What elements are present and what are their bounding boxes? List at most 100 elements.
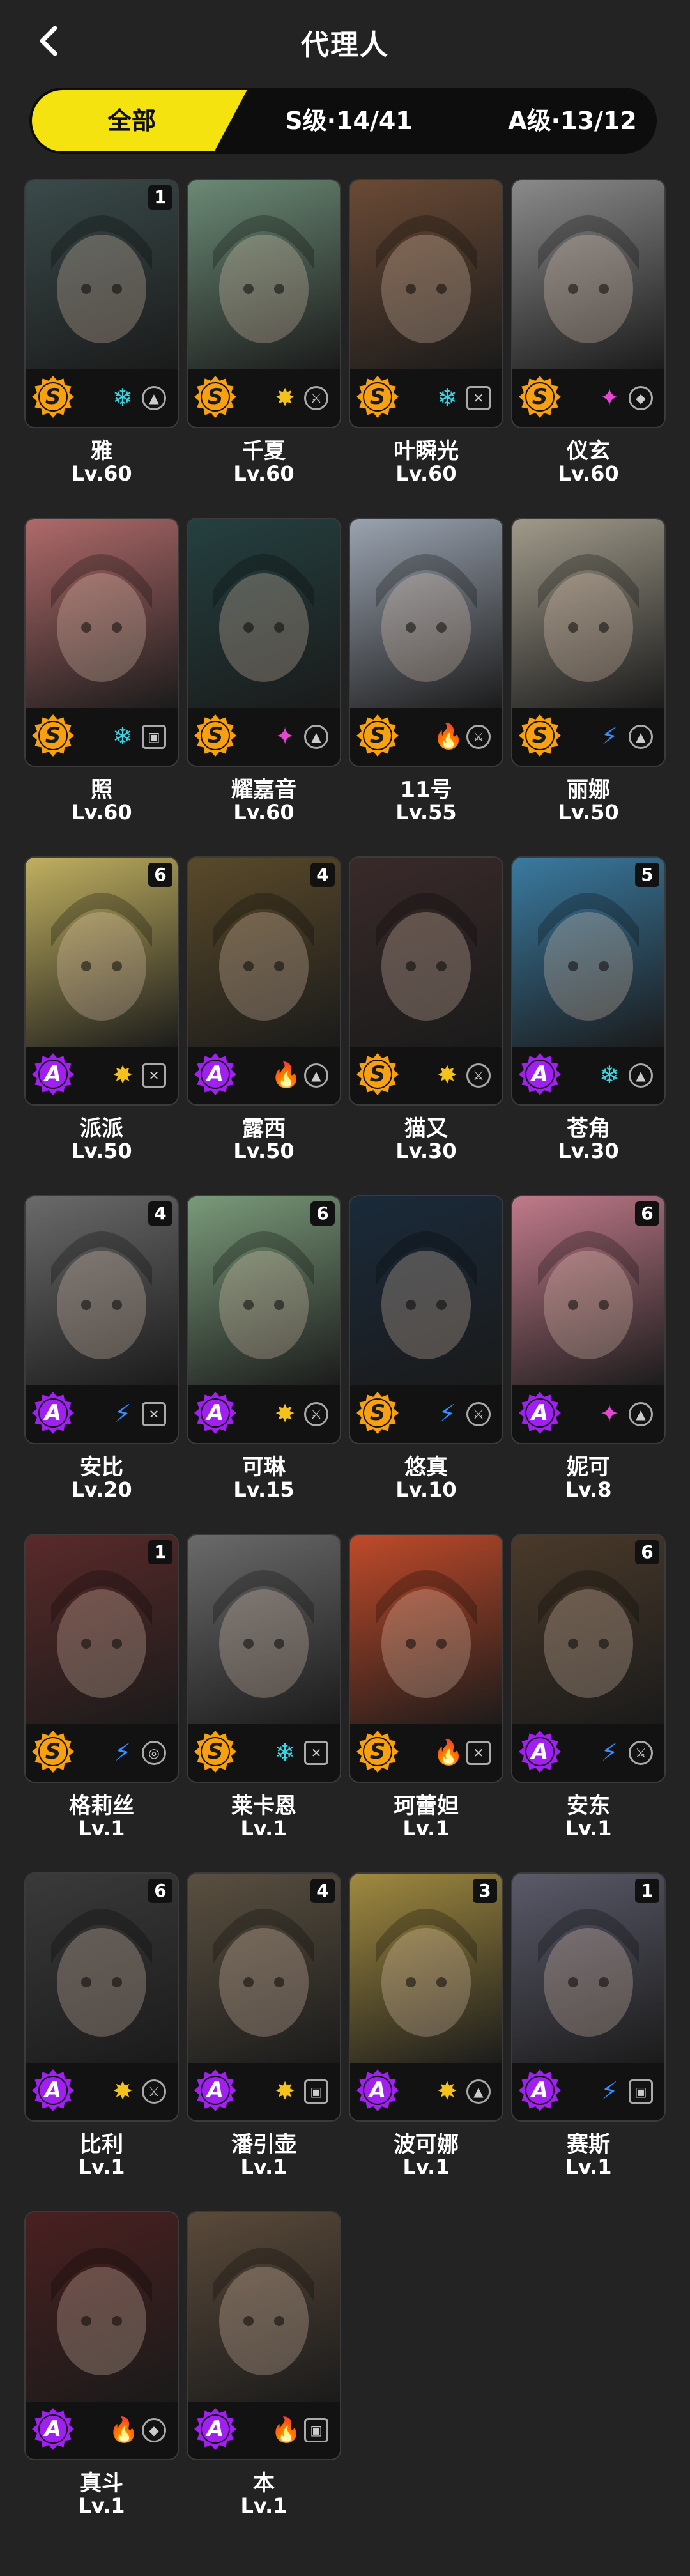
agent-portrait[interactable]: S 🔥 ⚔ bbox=[349, 518, 503, 767]
agent-card[interactable]: A ✦ ▲ 6 妮可 Lv.8 bbox=[511, 1195, 666, 1502]
agent-card[interactable]: S ❄ ✕ 叶瞬光 Lv.60 bbox=[349, 179, 503, 486]
rank-letter: A bbox=[369, 2078, 387, 2103]
rank-letter: A bbox=[531, 2078, 549, 2103]
agent-card[interactable]: S ⚡ ◎ 1 格莉丝 Lv.1 bbox=[24, 1534, 179, 1840]
agent-portrait[interactable]: A ✸ ▲ 3 bbox=[349, 1872, 503, 2122]
agent-card[interactable]: S ⚡ ▲ 丽娜 Lv.50 bbox=[511, 518, 666, 824]
mindscape-count-badge: 1 bbox=[148, 185, 172, 210]
fire-icon: 🔥 bbox=[433, 1738, 464, 1766]
agent-portrait[interactable]: S 🔥 ✕ bbox=[349, 1534, 503, 1783]
agent-card[interactable]: A 🔥 ▲ 4 露西 Lv.50 bbox=[187, 856, 341, 1163]
agent-name: 丽娜 bbox=[567, 777, 610, 803]
rank-filter-tabs: 全部 S级·14/41 A级·13/12 bbox=[29, 88, 657, 154]
agent-name: 千夏 bbox=[242, 438, 286, 464]
agent-card[interactable]: A ⚡ ▣ 1 赛斯 Lv.1 bbox=[511, 1872, 666, 2179]
agent-portrait[interactable]: A 🔥 ▲ 4 bbox=[187, 856, 341, 1106]
agent-card[interactable]: A ✸ ⚔ 6 比利 Lv.1 bbox=[24, 1872, 179, 2179]
agent-card[interactable]: S 🔥 ✕ 珂蕾妲 Lv.1 bbox=[349, 1534, 503, 1840]
agent-portrait[interactable]: S ❄ ✕ bbox=[187, 1534, 341, 1783]
agent-level: Lv.50 bbox=[233, 1139, 295, 1163]
tab-all[interactable]: 全部 bbox=[68, 88, 195, 154]
agent-portrait[interactable]: S ❄ ▣ bbox=[24, 518, 179, 767]
agent-card[interactable]: S ⚡ ⚔ 悠真 Lv.10 bbox=[349, 1195, 503, 1502]
agent-portrait[interactable]: S ✦ ▲ bbox=[187, 518, 341, 767]
agent-card[interactable]: A 🔥 ◆ 真斗 Lv.1 bbox=[24, 2211, 179, 2518]
stun-icon: ✕ bbox=[304, 1741, 328, 1765]
rank-letter: S bbox=[532, 723, 548, 748]
agent-portrait[interactable]: S ❄ ✕ bbox=[349, 179, 503, 428]
ice-icon: ❄ bbox=[599, 1061, 620, 1089]
agent-card[interactable]: A ✸ ✕ 6 派派 Lv.50 bbox=[24, 856, 179, 1163]
agent-artwork bbox=[512, 180, 664, 372]
agent-artwork bbox=[26, 2212, 178, 2404]
agent-card[interactable]: A ✸ ⚔ 6 可琳 Lv.15 bbox=[187, 1195, 341, 1502]
rank-badge-icon: A bbox=[356, 2069, 399, 2111]
rank-badge-icon: S bbox=[356, 714, 399, 757]
mindscape-count-badge: 6 bbox=[635, 1540, 659, 1564]
agent-level: Lv.1 bbox=[78, 2494, 125, 2518]
agent-level: Lv.1 bbox=[240, 2494, 288, 2518]
tab-rank-s[interactable]: S级·14/41 bbox=[272, 88, 425, 154]
rank-badge-icon: A bbox=[519, 1392, 561, 1434]
agent-artwork bbox=[188, 519, 340, 711]
agent-name: 格莉丝 bbox=[69, 1793, 134, 1819]
agent-portrait[interactable]: A 🔥 ▣ bbox=[187, 2211, 341, 2460]
agent-card[interactable]: S ✸ ⚔ 千夏 Lv.60 bbox=[187, 179, 341, 486]
rank-letter: A bbox=[206, 1400, 224, 1426]
agent-portrait[interactable]: A ❄ ▲ 5 bbox=[511, 856, 666, 1106]
tab-rank-a[interactable]: A级·13/12 bbox=[489, 88, 656, 154]
agent-card[interactable]: A 🔥 ▣ 本 Lv.1 bbox=[187, 2211, 341, 2518]
agent-name: 本 bbox=[253, 2471, 275, 2496]
agent-card[interactable]: S ❄ ▲ 1 雅 Lv.60 bbox=[24, 179, 179, 486]
rank-badge-icon: A bbox=[519, 1731, 561, 1773]
agent-artwork bbox=[512, 519, 664, 711]
agent-card[interactable]: S 🔥 ⚔ 11号 Lv.55 bbox=[349, 518, 503, 824]
agent-card[interactable]: A ⚡ ✕ 4 安比 Lv.20 bbox=[24, 1195, 179, 1502]
agent-name: 波可娜 bbox=[394, 2132, 459, 2157]
agent-level: Lv.10 bbox=[395, 1477, 457, 1502]
agent-card[interactable]: S ❄ ▣ 照 Lv.60 bbox=[24, 518, 179, 824]
agent-card[interactable]: A ❄ ▲ 5 苍角 Lv.30 bbox=[511, 856, 666, 1163]
mindscape-count-badge: 4 bbox=[148, 1201, 172, 1226]
rank-badge-icon: S bbox=[519, 714, 561, 757]
agent-portrait[interactable]: S ⚡ ◎ 1 bbox=[24, 1534, 179, 1783]
rupture-icon: ◆ bbox=[142, 2418, 166, 2442]
agent-portrait[interactable]: S ✸ ⚔ bbox=[187, 179, 341, 428]
agent-portrait[interactable]: A ✸ ⚔ 6 bbox=[187, 1195, 341, 1444]
agent-portrait[interactable]: S ✦ ◆ bbox=[511, 179, 666, 428]
rank-letter: A bbox=[44, 2078, 62, 2103]
mindscape-count-badge: 6 bbox=[310, 1201, 335, 1226]
attack-icon: ⚔ bbox=[629, 1741, 653, 1765]
agent-card[interactable]: A ✸ ▲ 3 波可娜 Lv.1 bbox=[349, 1872, 503, 2179]
agent-card[interactable]: A ✸ ▣ 4 潘引壶 Lv.1 bbox=[187, 1872, 341, 2179]
agent-portrait[interactable]: A ⚡ ✕ 4 bbox=[24, 1195, 179, 1444]
electric-icon: ⚡ bbox=[114, 1400, 132, 1428]
agent-portrait[interactable]: S ⚡ ▲ bbox=[511, 518, 666, 767]
agent-level: Lv.50 bbox=[71, 1139, 132, 1163]
agent-card[interactable]: S ✸ ⚔ 猫又 Lv.30 bbox=[349, 856, 503, 1163]
defense-icon: ▣ bbox=[304, 2079, 328, 2104]
agent-card[interactable]: S ✦ ◆ 仪玄 Lv.60 bbox=[511, 179, 666, 486]
agent-name: 仪玄 bbox=[567, 438, 610, 464]
ether-icon: ✦ bbox=[599, 1400, 620, 1428]
agent-card[interactable]: S ❄ ✕ 莱卡恩 Lv.1 bbox=[187, 1534, 341, 1840]
agent-card[interactable]: A ⚡ ⚔ 6 安东 Lv.1 bbox=[511, 1534, 666, 1840]
defense-icon: ▣ bbox=[142, 725, 166, 749]
agent-portrait[interactable]: A ⚡ ▣ 1 bbox=[511, 1872, 666, 2122]
agent-portrait[interactable]: A 🔥 ◆ bbox=[24, 2211, 179, 2460]
agent-artwork bbox=[188, 2212, 340, 2404]
agent-card[interactable]: S ✦ ▲ 耀嘉音 Lv.60 bbox=[187, 518, 341, 824]
agent-portrait[interactable]: S ✸ ⚔ bbox=[349, 856, 503, 1106]
agent-portrait[interactable]: A ✸ ⚔ 6 bbox=[24, 1872, 179, 2122]
rank-badge-icon: A bbox=[32, 1053, 74, 1095]
agent-artwork bbox=[350, 1535, 502, 1727]
agent-name: 露西 bbox=[242, 1116, 286, 1141]
agent-portrait[interactable]: A ✦ ▲ 6 bbox=[511, 1195, 666, 1444]
agent-portrait[interactable]: S ⚡ ⚔ bbox=[349, 1195, 503, 1444]
agent-portrait[interactable]: S ❄ ▲ 1 bbox=[24, 179, 179, 428]
agent-portrait[interactable]: A ✸ ✕ 6 bbox=[24, 856, 179, 1106]
agent-portrait[interactable]: A ✸ ▣ 4 bbox=[187, 1872, 341, 2122]
rank-letter: A bbox=[44, 1400, 62, 1426]
agent-level: Lv.15 bbox=[233, 1477, 295, 1502]
agent-portrait[interactable]: A ⚡ ⚔ 6 bbox=[511, 1534, 666, 1783]
